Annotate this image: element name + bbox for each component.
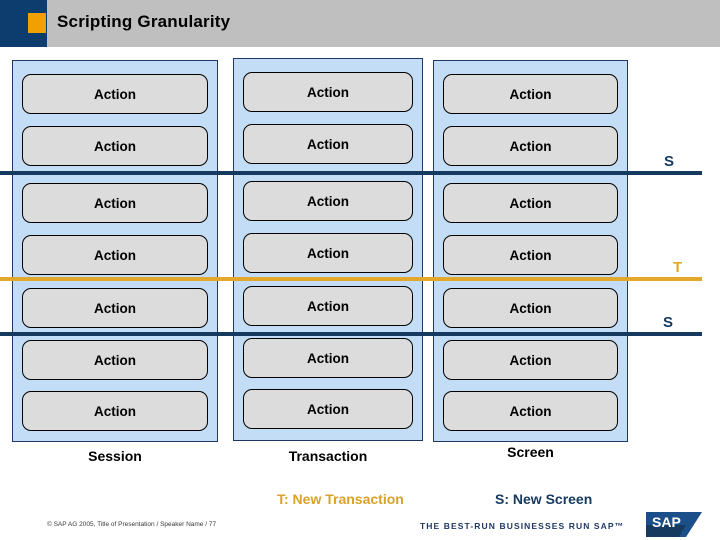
- action-box[interactable]: Action: [243, 389, 413, 429]
- sap-logo: SAP: [646, 512, 702, 537]
- page-title: Scripting Granularity: [57, 12, 231, 31]
- column-caption-screen: Screen: [507, 444, 554, 460]
- action-box[interactable]: Action: [22, 340, 208, 380]
- action-box[interactable]: Action: [243, 181, 413, 221]
- column-caption-transaction: Transaction: [288, 448, 368, 464]
- action-box[interactable]: Action: [243, 286, 413, 326]
- action-box[interactable]: Action: [22, 391, 208, 431]
- action-box[interactable]: Action: [22, 126, 208, 166]
- column-session: Action Action Action Action Action Actio…: [12, 60, 218, 442]
- column-caption-session: Session: [88, 448, 142, 464]
- legend-new-transaction: T: New Transaction: [277, 491, 404, 507]
- action-box[interactable]: Action: [443, 391, 618, 431]
- action-box[interactable]: Action: [443, 183, 618, 223]
- action-box[interactable]: Action: [243, 233, 413, 273]
- legend-new-screen: S: New Screen: [495, 491, 593, 507]
- header-accent-square: [28, 13, 46, 33]
- separator-label-s-bottom: S: [663, 314, 674, 331]
- header-navy-block: [0, 0, 47, 47]
- action-box[interactable]: Action: [443, 235, 618, 275]
- action-box[interactable]: Action: [22, 183, 208, 223]
- action-box[interactable]: Action: [243, 72, 413, 112]
- page-header: Scripting Granularity: [0, 0, 720, 47]
- action-box[interactable]: Action: [22, 235, 208, 275]
- footer-tagline: THE BEST-RUN BUSINESSES RUN SAP™: [420, 521, 625, 531]
- action-box[interactable]: Action: [22, 288, 208, 328]
- separator-label-s-top: S: [664, 153, 675, 170]
- separator-line-new-transaction: [0, 277, 702, 281]
- action-box[interactable]: Action: [22, 74, 208, 114]
- separator-line-new-screen-bottom: [0, 332, 702, 336]
- svg-text:SAP: SAP: [652, 514, 681, 530]
- separator-line-new-screen-top: [0, 171, 702, 175]
- action-box[interactable]: Action: [443, 340, 618, 380]
- action-box[interactable]: Action: [243, 124, 413, 164]
- column-screen: Action Action Action Action Action Actio…: [433, 60, 628, 442]
- footer-copyright: © SAP AG 2005, Title of Presentation / S…: [47, 521, 217, 528]
- action-box[interactable]: Action: [243, 338, 413, 378]
- header-divider: [0, 47, 720, 56]
- separator-label-t: T: [673, 259, 683, 276]
- action-box[interactable]: Action: [443, 74, 618, 114]
- action-box[interactable]: Action: [443, 288, 618, 328]
- action-box[interactable]: Action: [443, 126, 618, 166]
- column-transaction: Action Action Action Action Action Actio…: [233, 58, 423, 441]
